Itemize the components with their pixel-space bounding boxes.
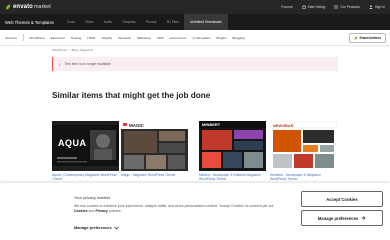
start-selling-link[interactable]: Start Selling bbox=[301, 5, 326, 9]
cat-hosting[interactable]: Hosting bbox=[68, 36, 85, 40]
cat-cms[interactable]: CMS bbox=[154, 36, 167, 40]
grid-icon bbox=[334, 5, 338, 9]
card-title-magic[interactable]: Magic - Magazine WordPress Theme bbox=[121, 173, 189, 177]
cat-marketing[interactable]: Marketing bbox=[134, 36, 154, 40]
magic-thumb-word: MAGIC bbox=[129, 122, 144, 128]
cat-plugins[interactable]: Plugins bbox=[213, 36, 229, 40]
card-thumbnail-magic[interactable]: MAGIC bbox=[121, 121, 188, 171]
cookie-banner: Your privacy matters We use cookies to e… bbox=[0, 183, 390, 240]
cat-wordpress[interactable]: WordPress bbox=[26, 36, 47, 40]
minbert-thumb-word: MINBERT bbox=[202, 122, 221, 127]
shareholders-button[interactable]: Shareholders bbox=[348, 33, 386, 43]
nav-unlimited-downloads[interactable]: Unlimited Downloads bbox=[183, 14, 228, 30]
envato-logo[interactable]: envato market bbox=[5, 4, 51, 10]
nav-code[interactable]: Code bbox=[62, 14, 80, 30]
user-icon bbox=[369, 5, 373, 9]
cat-blogging[interactable]: Blogging bbox=[230, 36, 248, 40]
card-title-newsbar[interactable]: Newsbar - Newspaper & Magazine WordPress… bbox=[270, 173, 338, 181]
unavailable-notice: ! This item is no longer available bbox=[52, 57, 338, 71]
manage-preferences-button[interactable]: Manage preferences bbox=[301, 210, 383, 226]
cat-divider bbox=[22, 34, 24, 41]
our-products-link[interactable]: Our Products bbox=[334, 5, 360, 9]
cookies-policy-link[interactable]: Cookies bbox=[74, 209, 88, 213]
sign-in-link[interactable]: Sign In bbox=[369, 5, 385, 9]
category-nav: All Items WordPress Elementor Hosting HT… bbox=[0, 30, 390, 46]
chevron-down-icon bbox=[113, 226, 119, 230]
cookie-text: We use cookies to enhance your experienc… bbox=[74, 204, 279, 214]
arrow-right-icon bbox=[361, 216, 366, 220]
aqura-thumb-word: AQUA bbox=[58, 138, 87, 148]
page: envato market Forums Start Selling Our P… bbox=[0, 0, 390, 240]
nav-audio[interactable]: Audio bbox=[99, 14, 118, 30]
breadcrumb-separator: / bbox=[68, 48, 70, 52]
accept-cookies-button[interactable]: Accept Cookies bbox=[301, 191, 383, 207]
card-thumbnail-aqura[interactable]: AQUA bbox=[52, 121, 119, 171]
envato-leaf-icon bbox=[6, 4, 11, 10]
breadcrumb: WordPress / Blog / Magazine bbox=[52, 48, 93, 52]
cookie-text-after: policies. bbox=[108, 209, 122, 213]
start-selling-label: Start Selling bbox=[307, 5, 326, 9]
cat-ui-templates[interactable]: UI Templates bbox=[189, 36, 213, 40]
nav-3d-files[interactable]: 3D Files bbox=[161, 14, 183, 30]
newsbar-thumb-word: NEWSBAR bbox=[273, 122, 294, 128]
cat-html[interactable]: HTML bbox=[84, 36, 98, 40]
market-nav: Web Themes & Templates Code Video Audio … bbox=[0, 14, 390, 30]
our-products-label: Our Products bbox=[340, 5, 360, 9]
nav-web-themes[interactable]: Web Themes & Templates bbox=[0, 14, 62, 30]
breadcrumb-wordpress[interactable]: WordPress bbox=[52, 48, 67, 52]
cat-jamstack[interactable]: Jamstack bbox=[115, 36, 134, 40]
nav-video[interactable]: Video bbox=[80, 14, 99, 30]
manage-preferences-button-label: Manage preferences bbox=[317, 215, 359, 221]
forums-link[interactable]: Forums bbox=[281, 5, 292, 9]
manage-preferences-link[interactable]: Manage preferences bbox=[74, 225, 119, 230]
privacy-policy-link[interactable]: Privacy bbox=[95, 209, 107, 213]
shareholders-label: Shareholders bbox=[359, 36, 381, 40]
logo-text: envato bbox=[13, 4, 33, 10]
cat-shopify[interactable]: Shopify bbox=[99, 36, 115, 40]
alert-icon: ! bbox=[59, 61, 61, 67]
manage-preferences-link-label: Manage preferences bbox=[74, 225, 112, 230]
bag-icon bbox=[301, 5, 306, 9]
nav-photos[interactable]: Photos bbox=[141, 14, 162, 30]
logo-subtext: market bbox=[33, 4, 51, 10]
magic-preview-image bbox=[121, 121, 188, 171]
forums-label: Forums bbox=[281, 5, 293, 9]
cat-elementor[interactable]: Elementor bbox=[48, 36, 68, 40]
card-title-minbert[interactable]: Minbert - Newspaper & Editorial Magazine… bbox=[199, 173, 267, 181]
cat-ecommerce[interactable]: eCommerce bbox=[167, 36, 190, 40]
header-links: Forums Start Selling Our Products Sign I… bbox=[272, 5, 385, 9]
sign-in-label: Sign In bbox=[374, 5, 385, 9]
similar-items-heading: Similar items that might get the job don… bbox=[52, 91, 211, 100]
card-title-aqura[interactable]: Aqura | Contemporary Magazine WordPress … bbox=[52, 173, 120, 181]
notice-text: This item is no longer available bbox=[64, 62, 111, 66]
nav-graphics[interactable]: Graphics bbox=[117, 14, 141, 30]
leaf-icon bbox=[354, 36, 358, 40]
breadcrumb-blog-magazine[interactable]: Blog / Magazine bbox=[72, 48, 94, 52]
card-thumbnail-newsbar[interactable]: NEWSBAR bbox=[270, 121, 337, 171]
cat-all-items[interactable]: All Items bbox=[0, 36, 20, 40]
cookie-and: and bbox=[88, 209, 95, 213]
top-header: envato market Forums Start Selling Our P… bbox=[0, 0, 390, 14]
newsbar-preview-image bbox=[270, 121, 337, 171]
cookie-text-before: We use cookies to enhance your experienc… bbox=[74, 204, 274, 208]
cookie-title: Your privacy matters bbox=[74, 195, 111, 200]
card-thumbnail-minbert[interactable]: MINBERT bbox=[199, 121, 266, 171]
minbert-preview-image bbox=[199, 121, 266, 171]
